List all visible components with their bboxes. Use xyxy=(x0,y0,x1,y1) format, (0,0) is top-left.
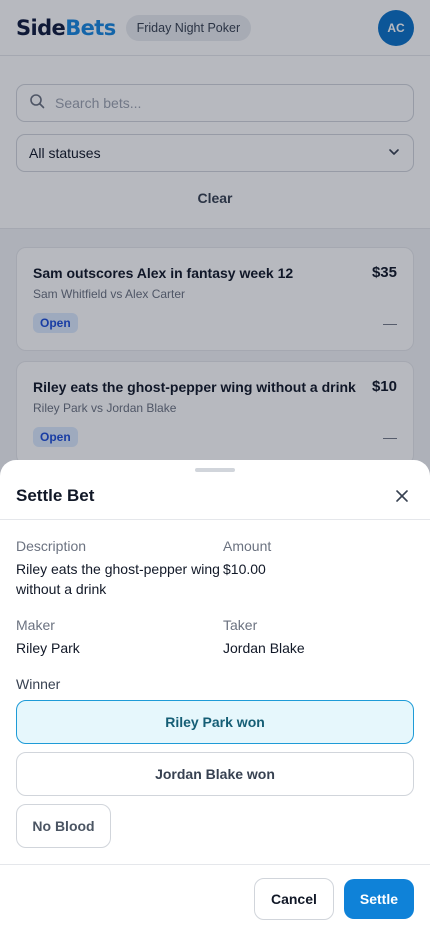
settle-bet-sheet: Settle Bet Description Riley eats the gh… xyxy=(0,460,430,932)
sheet-header: Settle Bet xyxy=(0,472,430,520)
winner-option-no-blood[interactable]: No Blood xyxy=(16,804,111,848)
amount-label: Amount xyxy=(223,538,272,554)
sheet-body: Description Riley eats the ghost-pepper … xyxy=(0,520,430,848)
winner-option-maker[interactable]: Riley Park won xyxy=(16,700,414,744)
description-field: Description Riley eats the ghost-pepper … xyxy=(16,538,223,599)
amount-value: $10.00 xyxy=(223,561,266,577)
settle-button[interactable]: Settle xyxy=(343,878,414,919)
amount-field: Amount $10.00 xyxy=(223,538,414,599)
cancel-button[interactable]: Cancel xyxy=(253,877,334,920)
sheet-title: Settle Bet xyxy=(16,485,95,505)
close-icon[interactable] xyxy=(390,484,414,508)
maker-field: Maker Riley Park xyxy=(16,617,223,658)
description-value: Riley eats the ghost-pepper wing without… xyxy=(16,561,220,597)
taker-label: Taker xyxy=(223,617,258,633)
winner-option-taker[interactable]: Jordan Blake won xyxy=(16,752,414,796)
winner-label: Winner xyxy=(16,676,61,692)
taker-value: Jordan Blake xyxy=(223,640,305,656)
taker-field: Taker Jordan Blake xyxy=(223,617,414,658)
maker-label: Maker xyxy=(16,617,55,633)
maker-value: Riley Park xyxy=(16,640,80,656)
sheet-footer: Cancel Settle xyxy=(0,864,430,932)
description-label: Description xyxy=(16,538,87,554)
